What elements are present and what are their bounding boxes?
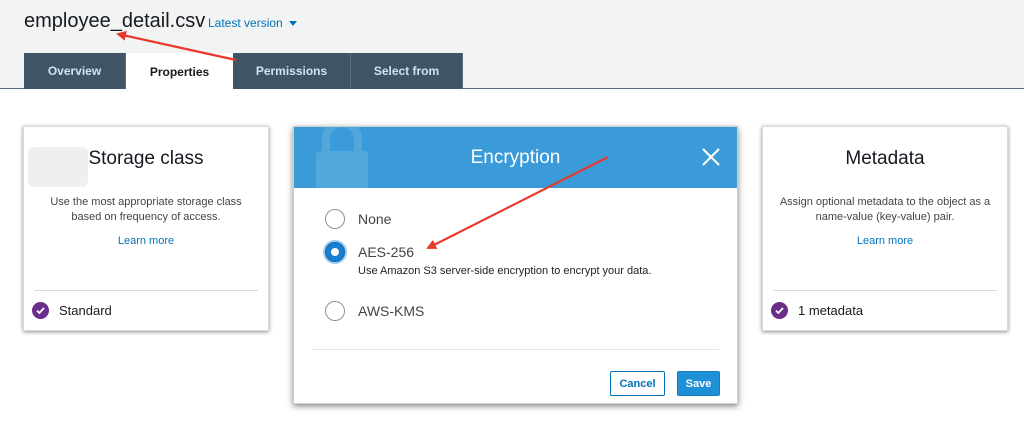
version-dropdown[interactable]: Latest version [208,16,297,30]
aes256-description: Use Amazon S3 server-side encryption to … [358,265,652,277]
encryption-dialog-title: Encryption [470,147,561,168]
radio-option-aws-kms[interactable]: AWS-KMS [325,301,424,321]
close-icon[interactable] [701,147,721,167]
storage-class-card[interactable]: Storage class Use the most appropriate s… [23,126,269,331]
metadata-card[interactable]: Metadata Assign optional metadata to the… [762,126,1008,331]
version-label: Latest version [208,16,283,30]
radio-aws-kms-label: AWS-KMS [358,303,425,319]
tab-select-from[interactable]: Select from [351,53,463,89]
check-circle-icon [771,302,788,319]
metadata-description: Assign optional metadata to the object a… [779,196,991,223]
radio-none-label: None [358,211,392,227]
storage-divider [34,290,258,291]
radio-aws-kms[interactable] [325,301,345,321]
storage-learn-more-link[interactable]: Learn more [24,235,268,247]
metadata-value-text: 1 metadata [798,303,864,318]
cancel-button[interactable]: Cancel [610,371,665,396]
object-tabs: Overview Properties Permissions Select f… [24,53,463,90]
save-button[interactable]: Save [677,371,720,396]
caret-down-icon [288,21,297,27]
encryption-dialog: Encryption None AES-256 Use Amazon S3 se… [293,126,738,404]
storage-class-value-text: Standard [59,303,112,318]
metadata-value: 1 metadata [771,302,863,319]
metadata-learn-more-link[interactable]: Learn more [763,235,1007,247]
storage-class-title: Storage class [88,148,204,169]
encryption-dialog-header: Encryption [294,127,737,188]
radio-aes256-label: AES-256 [358,244,415,260]
metadata-divider [773,290,997,291]
radio-aes256[interactable] [325,242,345,262]
radio-none[interactable] [325,209,345,229]
object-filename: employee_detail.csv [24,10,206,32]
metadata-title: Metadata [845,148,925,169]
dialog-divider [312,349,719,350]
radio-option-aes256[interactable]: AES-256 [325,242,414,262]
storage-class-value: Standard [32,302,112,319]
storage-class-description: Use the most appropriate storage class b… [50,196,242,223]
object-header: employee_detail.csv Latest version Overv… [0,0,1024,90]
tab-overview[interactable]: Overview [24,53,126,89]
check-circle-icon [32,302,49,319]
radio-option-none[interactable]: None [325,209,391,229]
tab-properties[interactable]: Properties [126,53,233,90]
tab-permissions[interactable]: Permissions [233,53,351,89]
